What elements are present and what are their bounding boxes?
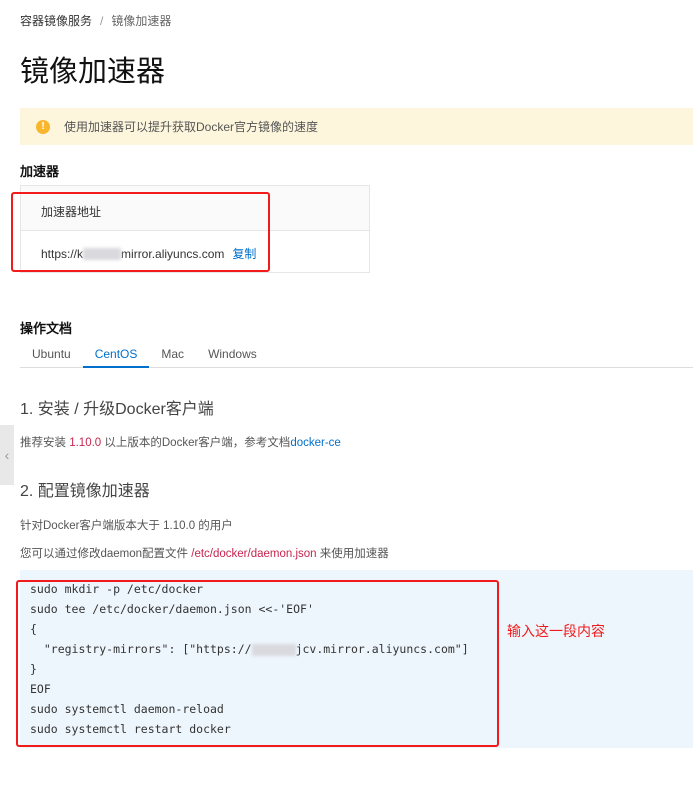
- text: 推荐安装: [20, 437, 70, 449]
- tab-ubuntu[interactable]: Ubuntu: [20, 344, 83, 368]
- step2-text2: 您可以通过修改daemon配置文件 /etc/docker/daemon.jso…: [20, 545, 389, 561]
- breadcrumb: 容器镜像服务 / 镜像加速器: [20, 12, 171, 29]
- breadcrumb-separator: /: [100, 14, 104, 28]
- text: 来使用加速器: [316, 548, 389, 560]
- step1-title: 1. 安装 / 升级Docker客户端: [20, 401, 214, 418]
- text: 以上版本的Docker客户端，参考文档: [101, 437, 291, 449]
- alert-text: 使用加速器可以提升获取Docker官方镜像的速度: [64, 120, 319, 134]
- annotation-text: 输入这一段内容: [507, 623, 605, 639]
- highlight-box: [11, 192, 270, 272]
- tab-mac[interactable]: Mac: [149, 344, 196, 368]
- version: 1.10.0: [69, 437, 102, 449]
- step2-text1: 针对Docker客户端版本大于 1.10.0 的用户: [20, 520, 233, 532]
- docs-section-title: 操作文档: [20, 321, 73, 336]
- chevron-left-icon: ‹: [4, 447, 10, 463]
- warning-icon: !: [36, 119, 50, 134]
- tab-windows[interactable]: Windows: [196, 344, 269, 368]
- os-tabs: Ubuntu CentOS Mac Windows: [20, 344, 693, 368]
- tab-centos[interactable]: CentOS: [82, 344, 150, 368]
- step2-title: 2. 配置镜像加速器: [20, 483, 150, 500]
- config-path: /etc/docker/daemon.json: [191, 548, 317, 560]
- breadcrumb-parent[interactable]: 容器镜像服务: [20, 14, 92, 28]
- info-alert: ! 使用加速器可以提升获取Docker官方镜像的速度: [20, 108, 693, 145]
- step1-text: 推荐安装 1.10.0 以上版本的Docker客户端，参考文档docker-ce: [20, 434, 341, 450]
- breadcrumb-current: 镜像加速器: [111, 14, 172, 28]
- docker-ce-link[interactable]: docker-ce: [290, 437, 341, 449]
- sidebar-collapse-toggle[interactable]: ‹: [0, 425, 14, 485]
- page-title: 镜像加速器: [20, 56, 166, 88]
- accelerator-section-title: 加速器: [20, 164, 60, 179]
- text: 您可以通过修改daemon配置文件: [20, 548, 192, 560]
- highlight-box: [16, 580, 499, 747]
